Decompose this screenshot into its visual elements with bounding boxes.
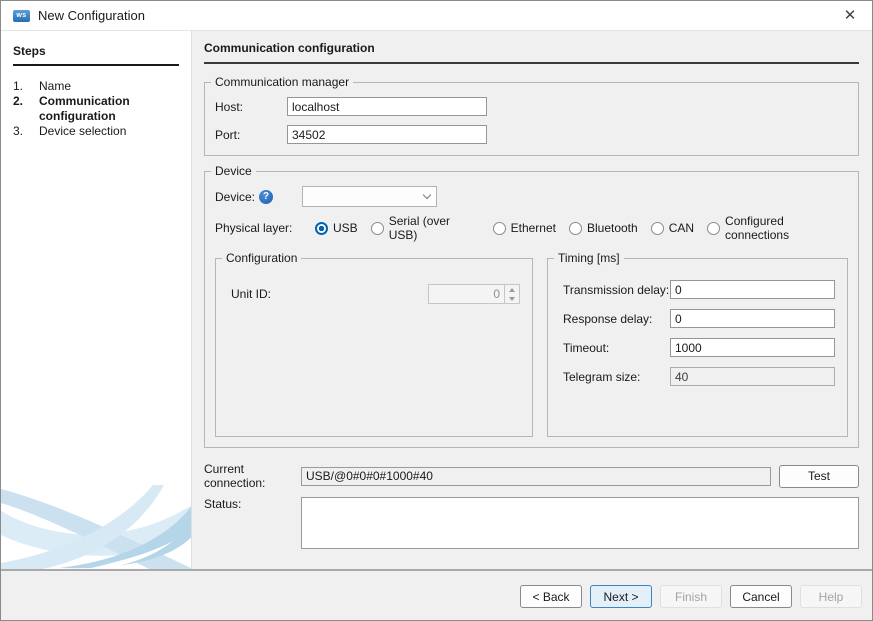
- device-row: Device: ?: [215, 186, 848, 207]
- status-textarea[interactable]: [301, 497, 859, 549]
- dialog-footer: < Back Next > Finish Cancel Help: [1, 569, 872, 621]
- steps-sidebar: Steps 1. Name 2. Communication configura…: [1, 31, 192, 569]
- radio-unselected-icon: [707, 222, 720, 235]
- unit-id-label: Unit ID:: [231, 287, 271, 301]
- test-button[interactable]: Test: [779, 465, 859, 488]
- radio-usb[interactable]: USB: [315, 221, 358, 235]
- finish-button: Finish: [660, 585, 722, 608]
- timeout-row: Timeout:: [563, 338, 835, 357]
- current-connection-value: USB/@0#0#0#1000#40: [301, 467, 771, 486]
- help-icon[interactable]: ?: [259, 190, 273, 204]
- port-input[interactable]: [287, 125, 487, 144]
- radio-bluetooth[interactable]: Bluetooth: [569, 221, 638, 235]
- host-input[interactable]: [287, 97, 487, 116]
- configuration-subgroup: Configuration Unit ID: 0: [215, 251, 533, 437]
- telegram-size-label: Telegram size:: [563, 370, 670, 384]
- transmission-delay-row: Transmission delay:: [563, 280, 835, 299]
- current-connection-row: Current connection: USB/@0#0#0#1000#40 T…: [204, 462, 859, 490]
- app-logo-icon: ws: [13, 10, 30, 22]
- page-title: Communication configuration: [204, 41, 859, 64]
- new-configuration-dialog: ws New Configuration ✕ Steps 1. Name 2. …: [0, 0, 873, 621]
- status-row: Status:: [204, 497, 859, 549]
- communication-manager-group-title: Communication manager: [211, 75, 353, 89]
- radio-unselected-icon: [651, 222, 664, 235]
- timeout-label: Timeout:: [563, 341, 670, 355]
- radio-ethernet[interactable]: Ethernet: [493, 221, 556, 235]
- host-label: Host:: [215, 100, 287, 114]
- response-delay-label: Response delay:: [563, 312, 670, 326]
- steps-list: 1. Name 2. Communication configuration 3…: [13, 79, 179, 139]
- radio-serial-over-usb[interactable]: Serial (over USB): [371, 214, 480, 242]
- device-label: Device:: [215, 190, 255, 204]
- configuration-subgroup-title: Configuration: [222, 251, 301, 265]
- spin-down-icon: [505, 294, 519, 303]
- telegram-size-row: Telegram size:: [563, 367, 835, 386]
- cancel-button[interactable]: Cancel: [730, 585, 792, 608]
- step-item-device-selection: 3. Device selection: [13, 124, 179, 139]
- telegram-size-input: [670, 367, 835, 386]
- current-connection-label: Current connection:: [204, 462, 301, 490]
- physical-layer-row: Physical layer: USB Serial (over USB): [215, 214, 848, 242]
- radio-unselected-icon: [569, 222, 582, 235]
- transmission-delay-input[interactable]: [670, 280, 835, 299]
- timing-subgroup: Timing [ms] Transmission delay: Response…: [547, 251, 848, 437]
- response-delay-row: Response delay:: [563, 309, 835, 328]
- window-title: New Configuration: [38, 8, 145, 23]
- unit-id-value: 0: [429, 285, 504, 303]
- response-delay-input[interactable]: [670, 309, 835, 328]
- radio-unselected-icon: [371, 222, 384, 235]
- device-dropdown[interactable]: [302, 186, 437, 207]
- back-button[interactable]: < Back: [520, 585, 582, 608]
- physical-layer-label: Physical layer:: [215, 221, 315, 235]
- transmission-delay-label: Transmission delay:: [563, 283, 670, 297]
- communication-manager-group: Communication manager Host: Port:: [204, 75, 859, 156]
- timeout-input[interactable]: [670, 338, 835, 357]
- host-row: Host:: [215, 97, 848, 116]
- radio-unselected-icon: [493, 222, 506, 235]
- radio-can[interactable]: CAN: [651, 221, 694, 235]
- status-label: Status:: [204, 497, 301, 511]
- radio-configured-connections[interactable]: Configured connections: [707, 214, 848, 242]
- radio-selected-icon: [315, 222, 328, 235]
- spin-up-icon: [505, 285, 519, 294]
- decorative-swoosh-graphic: [1, 449, 192, 569]
- communication-configuration-panel: Communication configuration Communicatio…: [192, 31, 872, 569]
- device-group: Device Device: ? Physical layer:: [204, 164, 859, 448]
- title-bar: ws New Configuration ✕: [1, 1, 872, 31]
- step-item-communication-configuration: 2. Communication configuration: [13, 94, 179, 124]
- close-icon[interactable]: ✕: [840, 6, 860, 26]
- help-button: Help: [800, 585, 862, 608]
- port-row: Port:: [215, 125, 848, 144]
- step-item-name: 1. Name: [13, 79, 179, 94]
- physical-layer-radio-group: USB Serial (over USB) Ethernet Blue: [315, 214, 848, 242]
- next-button[interactable]: Next >: [590, 585, 652, 608]
- port-label: Port:: [215, 128, 287, 142]
- unit-id-stepper: 0: [428, 284, 520, 304]
- device-group-title: Device: [211, 164, 256, 178]
- steps-heading: Steps: [13, 44, 179, 66]
- chevron-down-icon: [423, 191, 431, 199]
- timing-subgroup-title: Timing [ms]: [554, 251, 624, 265]
- unit-id-row: Unit ID: 0: [226, 284, 522, 304]
